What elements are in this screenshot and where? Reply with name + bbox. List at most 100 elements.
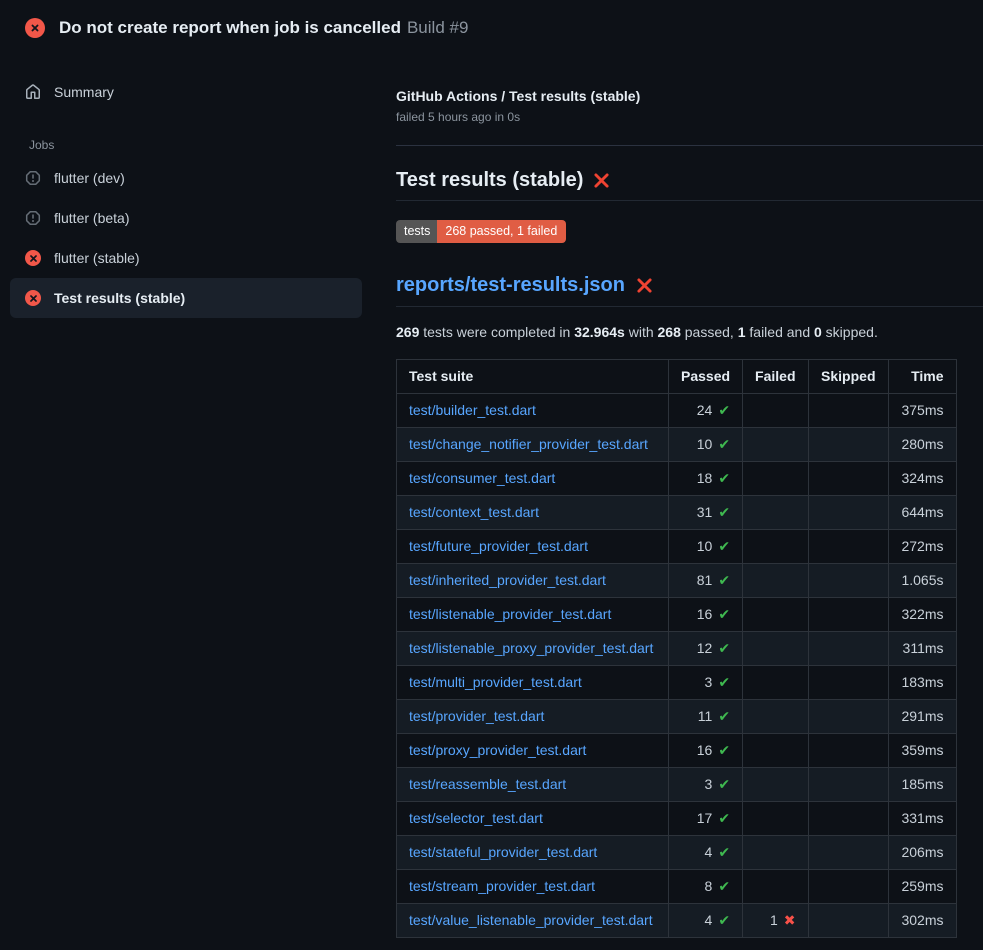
home-icon <box>25 84 41 100</box>
sidebar-item-label: Test results (stable) <box>54 288 185 308</box>
report-file-link[interactable]: reports/test-results.json <box>396 274 625 297</box>
test-suite-link[interactable]: test/multi_provider_test.dart <box>409 674 582 690</box>
check-icon: ✔ <box>718 810 730 826</box>
sidebar-item-label: flutter (beta) <box>54 208 129 228</box>
table-row: test/builder_test.dart24✔375ms <box>397 393 957 427</box>
time-cell: 1.065s <box>888 563 956 597</box>
test-suite-cell: test/change_notifier_provider_test.dart <box>397 427 669 461</box>
passed-cell: 12✔ <box>669 631 743 665</box>
passed-cell: 24✔ <box>669 393 743 427</box>
main-content: GitHub Actions / Test results (stable) f… <box>372 50 983 938</box>
time-cell: 183ms <box>888 665 956 699</box>
cancelled-icon <box>25 170 41 186</box>
skipped-cell <box>808 665 888 699</box>
test-suite-link[interactable]: test/stream_provider_test.dart <box>409 878 595 894</box>
table-row: test/multi_provider_test.dart3✔183ms <box>397 665 957 699</box>
sidebar-item-flutter-stable[interactable]: flutter (stable) <box>10 238 362 278</box>
passed-count: 31 <box>697 504 713 520</box>
passed-count: 3 <box>705 674 713 690</box>
check-icon: ✔ <box>718 708 730 724</box>
test-suite-link[interactable]: test/provider_test.dart <box>409 708 544 724</box>
test-suite-cell: test/builder_test.dart <box>397 393 669 427</box>
build-header: Do not create report when job is cancell… <box>0 0 983 50</box>
summary-segment: 268 <box>658 324 681 340</box>
failed-cell <box>743 869 808 903</box>
skipped-cell <box>808 869 888 903</box>
passed-cell: 16✔ <box>669 733 743 767</box>
failed-count: 1 <box>770 912 778 928</box>
test-suite-link[interactable]: test/listenable_proxy_provider_test.dart <box>409 640 653 656</box>
test-suite-link[interactable]: test/proxy_provider_test.dart <box>409 742 586 758</box>
passed-count: 17 <box>697 810 713 826</box>
build-number: Build #9 <box>407 18 468 37</box>
skipped-cell <box>808 767 888 801</box>
test-suite-link[interactable]: test/builder_test.dart <box>409 402 536 418</box>
passed-cell: 81✔ <box>669 563 743 597</box>
test-suite-link[interactable]: test/value_listenable_provider_test.dart <box>409 912 653 928</box>
check-icon: ✔ <box>718 470 730 486</box>
build-title-text: Do not create report when job is cancell… <box>59 18 401 37</box>
build-title: Do not create report when job is cancell… <box>59 18 468 38</box>
passed-cell: 18 ✔ <box>669 461 743 495</box>
failed-x-icon <box>593 172 610 189</box>
check-icon: ✔ <box>718 912 730 928</box>
test-suite-link[interactable]: test/stateful_provider_test.dart <box>409 844 597 860</box>
summary-segment: failed and <box>746 324 815 340</box>
summary-segment: 1 <box>738 324 746 340</box>
test-suite-link[interactable]: test/selector_test.dart <box>409 810 543 826</box>
skipped-cell <box>808 563 888 597</box>
time-cell: 291ms <box>888 699 956 733</box>
sidebar: Summary Jobs flutter (dev)flutter (beta)… <box>0 50 372 318</box>
skipped-cell <box>808 733 888 767</box>
time-cell: 280ms <box>888 427 956 461</box>
summary-segment: with <box>625 324 658 340</box>
sidebar-item-flutter-beta[interactable]: flutter (beta) <box>10 198 362 238</box>
test-suite-link[interactable]: test/future_provider_test.dart <box>409 538 588 554</box>
x-icon: ✖ <box>784 912 796 928</box>
test-suite-cell: test/stateful_provider_test.dart <box>397 835 669 869</box>
check-icon: ✔ <box>718 878 730 894</box>
table-row: test/value_listenable_provider_test.dart… <box>397 903 957 937</box>
table-row: test/inherited_provider_test.dart 81✔ 1.06… <box>397 563 957 597</box>
failed-status-icon <box>25 18 45 38</box>
test-results-table: Test suitePassedFailedSkippedTime test/b… <box>396 359 957 938</box>
column-header-failed: Failed <box>743 359 808 393</box>
summary-segment: 0 <box>814 324 822 340</box>
sidebar-item-flutter-dev[interactable]: flutter (dev) <box>10 158 362 198</box>
summary-segment: skipped. <box>822 324 878 340</box>
test-suite-link[interactable]: test/reassemble_test.dart <box>409 776 566 792</box>
check-icon: ✔ <box>718 538 730 554</box>
test-suite-link[interactable]: test/listenable_provider_test.dart <box>409 606 611 622</box>
report-title: reports/test-results.json <box>396 274 983 307</box>
time-cell: 259ms <box>888 869 956 903</box>
failed-cell <box>743 529 808 563</box>
test-suite-link[interactable]: test/change_notifier_provider_test.dart <box>409 436 648 452</box>
time-cell: 272ms <box>888 529 956 563</box>
sidebar-item-summary[interactable]: Summary <box>10 72 362 112</box>
failed-cell <box>743 835 808 869</box>
sidebar-item-test-results-stable[interactable]: Test results (stable) <box>10 278 362 318</box>
passed-cell: 4✔ <box>669 903 743 937</box>
summary-segment: tests were completed in <box>419 324 574 340</box>
table-row: test/change_notifier_provider_test.dart 1… <box>397 427 957 461</box>
check-icon: ✔ <box>718 402 730 418</box>
passed-cell: 10✔ <box>669 529 743 563</box>
passed-count: 11 <box>698 708 713 724</box>
failed-cell <box>743 495 808 529</box>
test-suite-link[interactable]: test/context_test.dart <box>409 504 539 520</box>
table-row: test/selector_test.dart17✔331ms <box>397 801 957 835</box>
passed-cell: 17 ✔ <box>669 801 743 835</box>
time-cell: 644ms <box>888 495 956 529</box>
failed-cell <box>743 733 808 767</box>
skipped-cell <box>808 699 888 733</box>
failed-cell <box>743 461 808 495</box>
check-icon: ✔ <box>718 504 730 520</box>
badge-label: tests <box>396 220 437 243</box>
check-icon: ✔ <box>718 640 730 656</box>
test-suite-link[interactable]: test/consumer_test.dart <box>409 470 555 486</box>
passed-count: 18 <box>697 470 713 486</box>
passed-cell: 10✔ <box>669 427 743 461</box>
test-suite-link[interactable]: test/inherited_provider_test.dart <box>409 572 606 588</box>
tests-badge: tests 268 passed, 1 failed <box>396 220 566 243</box>
failed-icon <box>25 250 41 266</box>
